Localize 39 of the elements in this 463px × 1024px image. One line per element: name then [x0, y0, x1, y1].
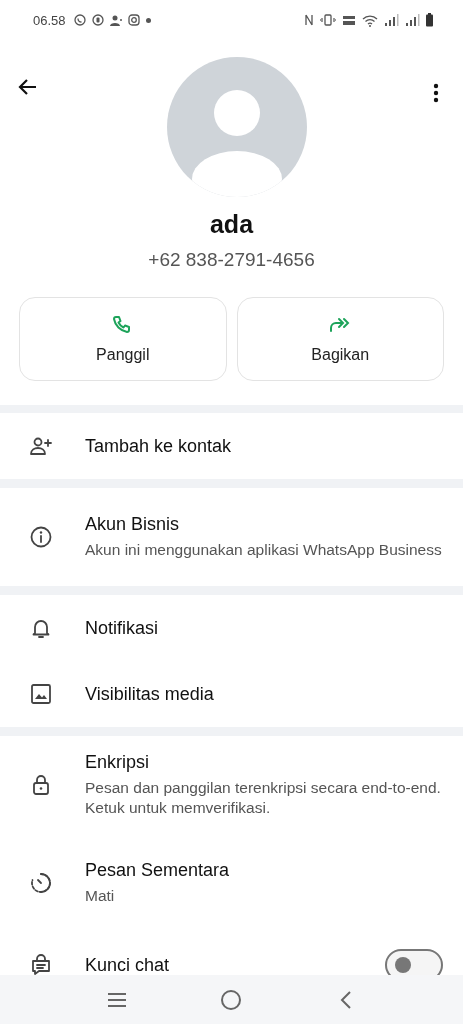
- timer-icon: [29, 871, 53, 895]
- item-description: Mati: [85, 886, 116, 906]
- settings-item[interactable]: Visibilitas media: [0, 661, 463, 727]
- signal-icon: [384, 14, 399, 26]
- more-options-icon[interactable]: [433, 83, 439, 103]
- nfc-icon: [304, 13, 314, 27]
- call-button[interactable]: Panggil: [19, 297, 227, 381]
- settings-item[interactable]: Akun Bisnis Akun ini menggunakan aplikasi WhatsApp Business: [0, 488, 463, 586]
- dot-icon: [145, 17, 151, 23]
- share-button[interactable]: Bagikan: [236, 297, 444, 381]
- item-title: Akun Bisnis: [85, 514, 181, 535]
- settings-item[interactable]: Enkripsi Pesan dan panggilan terenkripsi secara end-to-end. Ketuk untuk memverifikasi.: [0, 736, 463, 834]
- item-title: Tambah ke kontak: [85, 435, 233, 457]
- info-icon: [29, 525, 53, 549]
- item-title: Enkripsi: [85, 752, 151, 773]
- item-description: Pesan dan panggilan terenkripsi secara end-to-end. Ketuk untuk memverifikasi.: [85, 778, 442, 818]
- phone-number: +62 838-2791-4656: [148, 249, 315, 271]
- item-title: Pesan Sementara: [85, 860, 231, 881]
- settings-item[interactable]: Pesan Sementara Mati: [0, 834, 463, 932]
- chat-lock-icon: [29, 953, 53, 975]
- toggle-switch[interactable]: [385, 949, 443, 975]
- item-description: Akun ini menggunakan aplikasi WhatsApp Business: [85, 540, 443, 560]
- signal-icon: [405, 14, 420, 26]
- clock-time: 06.58: [33, 12, 66, 28]
- chat-bubble-icon: [73, 14, 86, 26]
- item-title: Notifikasi: [85, 617, 160, 639]
- battery-icon: [426, 13, 433, 27]
- home-icon[interactable]: [219, 987, 244, 1012]
- wifi-icon: [362, 13, 378, 27]
- item-title: Visibilitas media: [85, 683, 215, 705]
- person-icon: [109, 14, 122, 26]
- image-icon: [29, 682, 53, 706]
- item-title: Kunci chat: [85, 954, 171, 975]
- camera-icon: [127, 14, 140, 26]
- contact-name: ada: [209, 210, 254, 239]
- business-chat-icon: [91, 14, 104, 26]
- vibrate-icon: [320, 14, 336, 26]
- settings-item[interactable]: Tambah ke kontak: [0, 413, 463, 479]
- settings-item[interactable]: Notifikasi: [0, 595, 463, 661]
